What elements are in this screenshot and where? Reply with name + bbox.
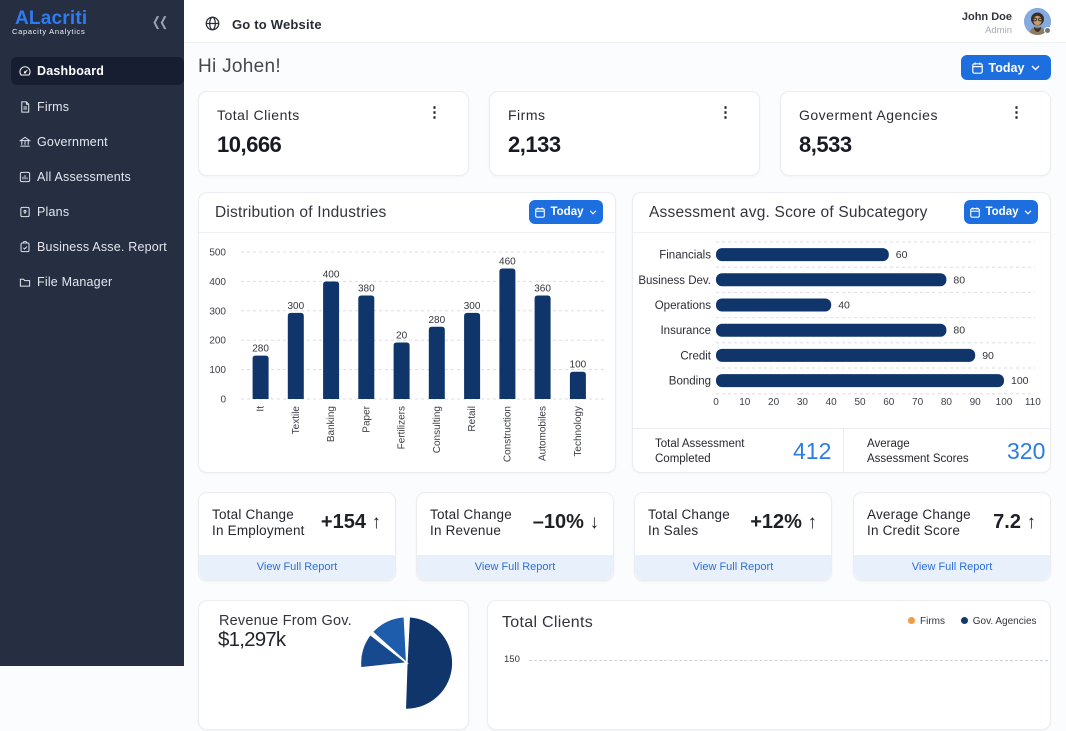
svg-text:80: 80 xyxy=(953,325,965,337)
svg-text:Credit: Credit xyxy=(680,350,711,362)
svg-text:Fertilizers: Fertilizers xyxy=(397,406,408,449)
svg-text:460: 460 xyxy=(499,257,516,268)
svg-text:100: 100 xyxy=(996,397,1013,408)
svg-text:60: 60 xyxy=(883,397,895,408)
svg-text:Textile: Textile xyxy=(291,406,302,435)
svg-text:Paper: Paper xyxy=(361,405,372,432)
svg-text:Automobiles: Automobiles xyxy=(538,406,549,461)
svg-text:Construction: Construction xyxy=(502,406,513,462)
svg-text:Banking: Banking xyxy=(326,406,337,442)
svg-text:110: 110 xyxy=(1025,397,1041,408)
svg-text:80: 80 xyxy=(953,274,965,286)
svg-text:20: 20 xyxy=(768,397,780,408)
svg-text:280: 280 xyxy=(252,344,269,355)
svg-text:50: 50 xyxy=(854,397,866,408)
svg-text:Consulting: Consulting xyxy=(432,406,443,453)
svg-text:300: 300 xyxy=(209,306,226,317)
svg-text:It: It xyxy=(256,406,267,412)
svg-text:70: 70 xyxy=(912,397,924,408)
svg-text:200: 200 xyxy=(209,336,226,347)
svg-text:Technology: Technology xyxy=(573,406,584,457)
svg-text:500: 500 xyxy=(209,248,226,259)
svg-text:10: 10 xyxy=(739,397,751,408)
svg-text:380: 380 xyxy=(358,284,375,295)
svg-text:100: 100 xyxy=(570,360,587,371)
svg-text:Financials: Financials xyxy=(659,250,711,262)
svg-text:100: 100 xyxy=(1011,375,1029,387)
svg-text:Insurance: Insurance xyxy=(660,325,711,337)
svg-text:0: 0 xyxy=(713,397,719,408)
svg-text:90: 90 xyxy=(970,397,982,408)
svg-text:100: 100 xyxy=(209,365,226,376)
svg-text:40: 40 xyxy=(838,300,850,312)
svg-text:360: 360 xyxy=(534,284,551,295)
svg-text:280: 280 xyxy=(428,315,445,326)
svg-text:60: 60 xyxy=(896,249,908,261)
svg-text:20: 20 xyxy=(396,331,408,342)
svg-text:300: 300 xyxy=(464,301,481,312)
svg-text:0: 0 xyxy=(220,395,226,406)
svg-text:Bonding: Bonding xyxy=(669,376,711,388)
svg-text:30: 30 xyxy=(797,397,809,408)
svg-text:300: 300 xyxy=(287,301,304,312)
svg-text:Business Dev.: Business Dev. xyxy=(638,275,711,287)
svg-text:80: 80 xyxy=(941,397,953,408)
svg-text:400: 400 xyxy=(323,270,340,281)
svg-text:Operations: Operations xyxy=(655,300,712,312)
svg-text:90: 90 xyxy=(982,350,994,362)
svg-text:40: 40 xyxy=(826,397,838,408)
svg-text:400: 400 xyxy=(209,277,226,288)
svg-text:Retail: Retail xyxy=(467,406,478,432)
